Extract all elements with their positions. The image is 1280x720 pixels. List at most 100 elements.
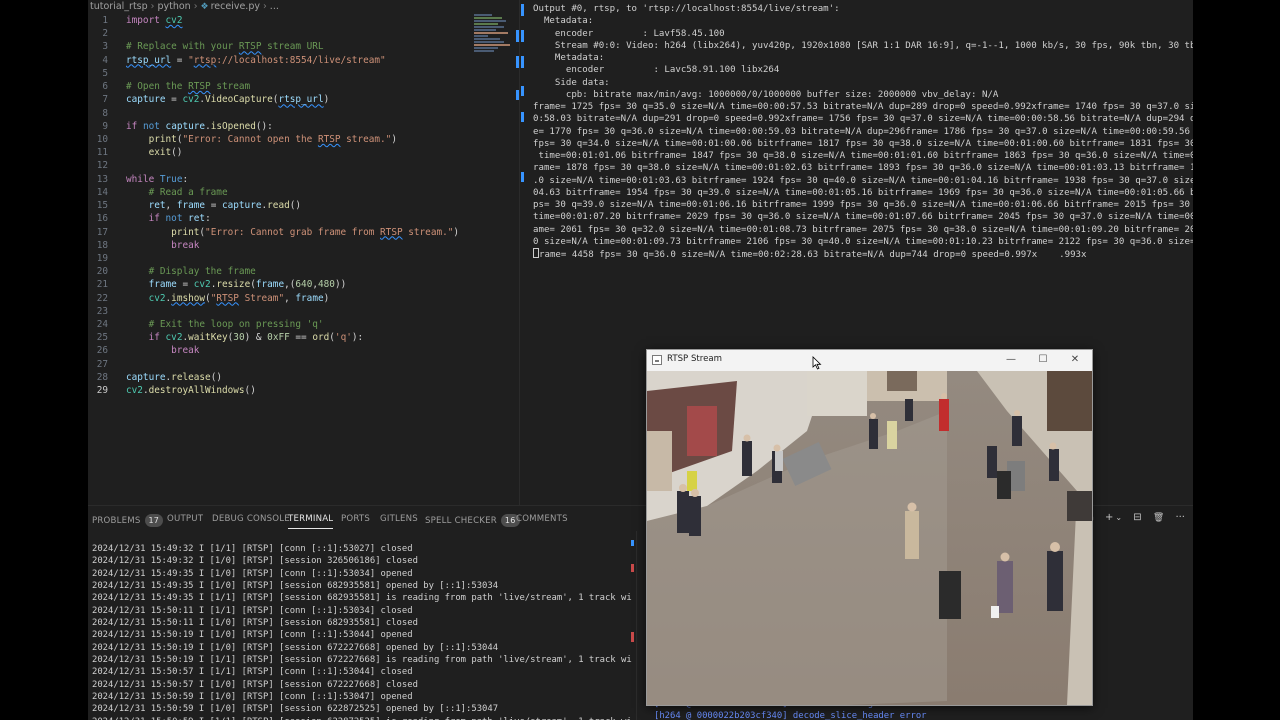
code-line[interactable]: 29 cv2.destroyAllWindows(): [88, 384, 468, 397]
minimize-button[interactable]: —: [995, 350, 1027, 370]
more-actions-icon[interactable]: ···: [1175, 512, 1185, 523]
code-line[interactable]: 6 # Open the RTSP stream: [88, 80, 468, 93]
code-text[interactable]: break: [126, 239, 199, 252]
code-text[interactable]: rtsp_url = "rtsp://localhost:8554/live/s…: [126, 54, 386, 67]
code-line[interactable]: 3 # Replace with your RTSP stream URL: [88, 40, 468, 53]
tab-comments[interactable]: COMMENTS: [516, 514, 568, 524]
code-line[interactable]: 8: [88, 107, 468, 120]
problems-count-badge: 17: [144, 514, 164, 527]
code-line[interactable]: 14 # Read a frame: [88, 186, 468, 199]
code-text[interactable]: exit(): [126, 146, 183, 159]
line-number: 6: [102, 81, 108, 93]
code-text[interactable]: cv2.imshow("RTSP Stream", frame): [126, 292, 330, 305]
add-terminal-icon[interactable]: +: [1105, 512, 1113, 523]
tab-gitlens[interactable]: GITLENS: [380, 514, 418, 524]
code-text[interactable]: cv2.destroyAllWindows(): [126, 384, 256, 397]
breadcrumb-folder-root[interactable]: tutorial_rtsp: [90, 1, 148, 12]
code-line[interactable]: 17 print("Error: Cannot grab frame from …: [88, 226, 468, 239]
code-text[interactable]: import cv2: [126, 14, 182, 27]
close-button[interactable]: ✕: [1059, 350, 1091, 370]
code-line[interactable]: 27: [88, 358, 468, 371]
line-number: 18: [96, 239, 108, 251]
code-text[interactable]: if not ret:: [126, 212, 211, 225]
code-text[interactable]: capture = cv2.VideoCapture(rtsp_url): [126, 93, 329, 106]
code-line[interactable]: 12: [88, 159, 468, 172]
code-line[interactable]: 13 while True:: [88, 173, 468, 186]
tab-output[interactable]: OUTPUT: [167, 514, 203, 524]
code-line[interactable]: 5: [88, 67, 468, 80]
line-number: 4: [102, 54, 108, 66]
code-line[interactable]: 1 import cv2: [88, 14, 468, 27]
maximize-button[interactable]: ☐: [1027, 350, 1059, 370]
code-text[interactable]: # Open the RTSP stream: [126, 80, 250, 93]
ffmpeg-output-line: 0 size=N/A time=00:01:09.73 bitrframe= 2…: [533, 236, 1193, 247]
code-text[interactable]: print("Error: Cannot grab frame from RTS…: [126, 226, 459, 239]
tab-ports[interactable]: PORTS: [341, 514, 370, 524]
code-editor[interactable]: tutorial_rtsp › python › ❖ receive.py ›... 1 im…: [88, 0, 520, 505]
code-text[interactable]: frame = cv2.resize(frame,(640,480)): [126, 278, 347, 291]
line-number: 24: [96, 319, 108, 331]
breadcrumb-symbol[interactable]: ...: [270, 1, 279, 12]
code-text[interactable]: print("Error: Cannot open the RTSP strea…: [126, 133, 397, 146]
code-line[interactable]: 19: [88, 252, 468, 265]
terminal-scrollbar[interactable]: [631, 540, 634, 710]
chevron-down-icon[interactable]: ⌄: [1115, 513, 1122, 522]
breadcrumb-folder-python[interactable]: python: [157, 1, 190, 12]
code-line[interactable]: 20 # Display the frame: [88, 265, 468, 278]
code-line[interactable]: 26 break: [88, 344, 468, 357]
ffmpeg-output-line: encoder : Lavc58.91.100 libx264: [533, 65, 780, 76]
code-line[interactable]: 23: [88, 305, 468, 318]
code-line[interactable]: 15 ret, frame = capture.read(): [88, 199, 468, 212]
ffmpeg-output-line: Metadata:: [533, 16, 594, 27]
code-line[interactable]: 7 capture = cv2.VideoCapture(rtsp_url): [88, 93, 468, 106]
code-text[interactable]: capture.release(): [126, 371, 222, 384]
rtsp-stream-window[interactable]: RTSP Stream — ☐ ✕: [646, 349, 1093, 706]
editor-scrollbar[interactable]: [516, 0, 519, 505]
line-number: 15: [96, 200, 108, 212]
code-text[interactable]: ret, frame = capture.read(): [126, 199, 301, 212]
code-line[interactable]: 2: [88, 27, 468, 40]
breadcrumb[interactable]: tutorial_rtsp › python › ❖ receive.py ›...: [88, 0, 520, 14]
split-terminal-icon[interactable]: ⊟: [1133, 512, 1141, 523]
tab-debug-console[interactable]: DEBUG CONSOLE: [212, 514, 290, 524]
minimap[interactable]: [474, 14, 510, 54]
code-text[interactable]: break: [126, 344, 199, 357]
tab-problems[interactable]: PROBLEMS 17: [92, 514, 164, 527]
code-line[interactable]: 18 break: [88, 239, 468, 252]
line-number: 9: [102, 120, 108, 132]
code-text[interactable]: if not capture.isOpened():: [126, 120, 273, 133]
code-line[interactable]: 4 rtsp_url = "rtsp://localhost:8554/live/…: [88, 54, 468, 67]
terminal-log[interactable]: 2024/12/31 15:49:32 I [1/1] [RTSP] [conn…: [92, 543, 632, 720]
code-text[interactable]: # Display the frame: [126, 265, 256, 278]
code-line[interactable]: 25 if cv2.waitKey(30) & 0xFF == ord('q')…: [88, 331, 468, 344]
code-line[interactable]: 22 cv2.imshow("RTSP Stream", frame): [88, 292, 468, 305]
code-text[interactable]: # Exit the loop on pressing 'q': [126, 318, 324, 331]
terminal-log-line: 2024/12/31 15:50:19 I [1/0] [RTSP] [sess…: [92, 642, 499, 653]
code-line[interactable]: 11 exit(): [88, 146, 468, 159]
tab-terminal[interactable]: TERMINAL: [288, 514, 334, 529]
line-number: 12: [96, 160, 108, 172]
ffmpeg-output-line: Output #0, rtsp, to 'rtsp://localhost:85…: [533, 4, 840, 14]
code-line[interactable]: 16 if not ret:: [88, 212, 468, 225]
code-text[interactable]: # Read a frame: [126, 186, 228, 199]
chevron-right-icon: ›: [262, 1, 267, 12]
code-line[interactable]: 10 print("Error: Cannot open the RTSP st…: [88, 133, 468, 146]
line-number: 23: [96, 305, 108, 317]
code-line[interactable]: 24 # Exit the loop on pressing 'q': [88, 318, 468, 331]
window-titlebar[interactable]: RTSP Stream — ☐ ✕: [647, 350, 1092, 371]
terminal-log-line: 2024/12/31 15:49:35 I [1/0] [RTSP] [conn…: [92, 568, 413, 579]
street-scene-image: [647, 371, 1092, 705]
code-text[interactable]: if cv2.waitKey(30) & 0xFF == ord('q'):: [126, 331, 364, 344]
line-number: 22: [96, 292, 108, 304]
code-text[interactable]: # Replace with your RTSP stream URL: [126, 40, 324, 53]
breadcrumb-file[interactable]: receive.py: [211, 1, 260, 12]
code-line[interactable]: 9 if not capture.isOpened():: [88, 120, 468, 133]
tab-spell-checker[interactable]: SPELL CHECKER 16: [425, 514, 520, 527]
code-line[interactable]: 21 frame = cv2.resize(frame,(640,480)): [88, 278, 468, 291]
code-lines[interactable]: 1 import cv2 2 3 # Replace with your RTSP st…: [88, 14, 468, 397]
code-line[interactable]: 28 capture.release(): [88, 371, 468, 384]
trash-icon[interactable]: 🗑: [1153, 513, 1164, 523]
terminal-split-divider[interactable]: [636, 531, 637, 720]
code-text[interactable]: while True:: [126, 173, 188, 186]
ffmpeg-output-line: Metadata:: [533, 53, 605, 63]
